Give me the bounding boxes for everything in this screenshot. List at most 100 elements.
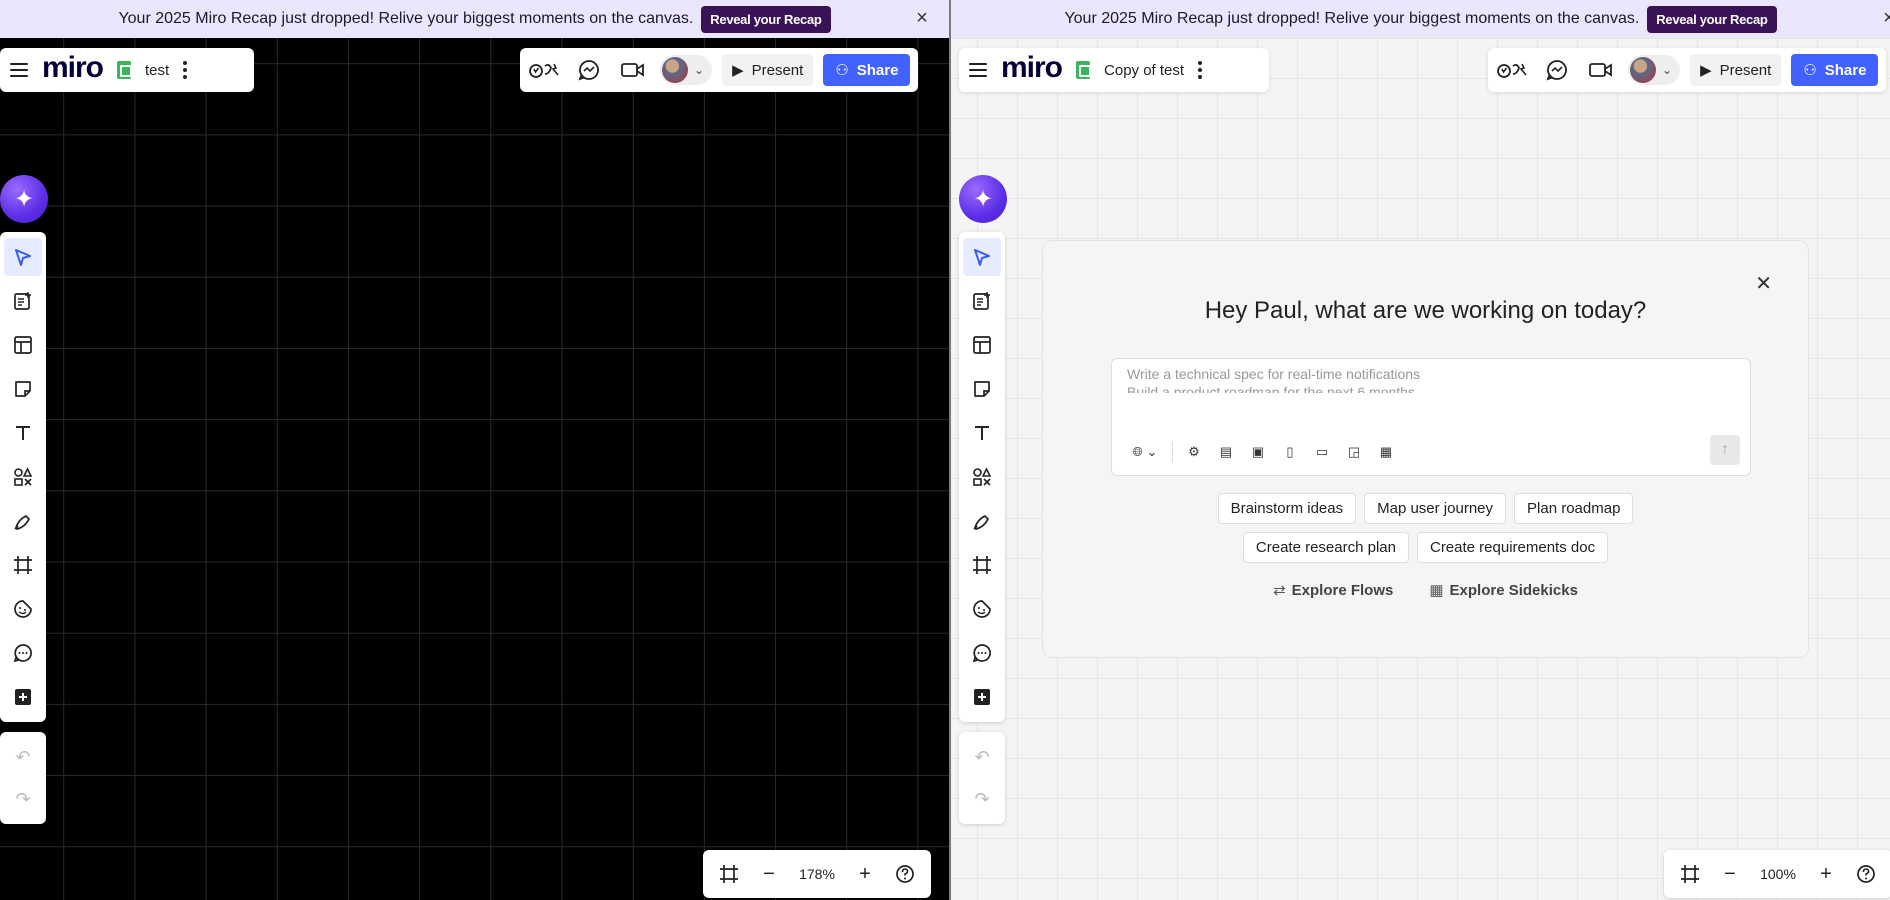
select-tool-icon[interactable] (4, 238, 42, 276)
divider (1172, 442, 1173, 462)
suggestion-chip[interactable]: Plan roadmap (1514, 493, 1634, 524)
more-apps-icon[interactable] (963, 678, 1001, 716)
slide-icon[interactable]: ▯ (1279, 441, 1301, 463)
close-icon[interactable]: ✕ (1755, 271, 1772, 296)
zoom-in-icon[interactable]: + (847, 856, 883, 892)
language-selector-icon[interactable]: 🌐︎ ⌄ (1128, 441, 1162, 463)
suggestion-chip[interactable]: Brainstorm ideas (1217, 493, 1357, 524)
document-icon[interactable]: ▤ (1215, 441, 1237, 463)
suggestion-chip[interactable]: Map user journey (1364, 493, 1507, 524)
redo-icon[interactable]: ↷ (4, 780, 42, 818)
redo-icon[interactable]: ↷ (963, 780, 1001, 818)
ai-prompt-input[interactable]: Write a technical spec for real-time not… (1111, 358, 1751, 476)
flow-icon[interactable]: ⚙︎ (1183, 441, 1205, 463)
undo-icon[interactable]: ↶ (4, 738, 42, 776)
share-button[interactable]: ⚇ Share (823, 54, 911, 86)
pen-tool-icon[interactable] (4, 502, 42, 540)
reveal-recap-button[interactable]: Reveal your Recap (1647, 5, 1777, 33)
zoom-controls: − 100% + (1664, 850, 1890, 898)
flows-icon: ⇄ (1273, 582, 1286, 599)
board-options-icon[interactable] (183, 61, 188, 79)
present-button[interactable]: ▶ Present (1690, 54, 1782, 86)
text-tool-icon[interactable] (4, 414, 42, 452)
zoom-out-icon[interactable]: − (751, 856, 787, 892)
right-board-pane[interactable]: Your 2025 Miro Recap just dropped! Reliv… (951, 0, 1890, 900)
help-icon[interactable] (887, 856, 923, 892)
history-toolbar: ↶ ↷ (0, 732, 46, 824)
banner-close-icon[interactable]: × (1879, 8, 1890, 28)
undo-icon[interactable]: ↶ (963, 738, 1001, 776)
zoom-in-icon[interactable]: + (1808, 856, 1844, 892)
reactions-icon[interactable] (528, 55, 562, 85)
ai-assistant-button[interactable]: ✦ (959, 175, 1007, 223)
doc-tool-icon[interactable] (4, 282, 42, 320)
fit-to-screen-icon[interactable] (1672, 856, 1708, 892)
shapes-tool-icon[interactable] (963, 458, 1001, 496)
collaborators-dropdown[interactable]: ⌄ (660, 55, 713, 85)
suggestion-chip[interactable]: Create research plan (1242, 532, 1409, 563)
chevron-down-icon: ⌄ (1662, 63, 1673, 77)
fit-to-screen-icon[interactable] (711, 856, 747, 892)
sticky-note-tool-icon[interactable] (963, 370, 1001, 408)
shapes-tool-icon[interactable] (4, 458, 42, 496)
comments-icon[interactable] (572, 55, 606, 85)
sparkle-icon: ✦ (13, 185, 35, 213)
video-icon[interactable] (1584, 55, 1618, 85)
board-name[interactable]: test (145, 62, 169, 79)
sticky-note-tool-icon[interactable] (4, 370, 42, 408)
play-icon: ▶ (732, 62, 744, 79)
frame-tool-icon[interactable] (963, 546, 1001, 584)
comment-tool-icon[interactable] (963, 634, 1001, 672)
prototype-icon[interactable]: ▭ (1311, 441, 1333, 463)
image-icon[interactable]: ▣ (1247, 441, 1269, 463)
board-name[interactable]: Copy of test (1104, 62, 1184, 79)
send-arrow-icon[interactable]: ↑ (1710, 435, 1740, 465)
comments-icon[interactable] (1540, 55, 1574, 85)
recap-banner: Your 2025 Miro Recap just dropped! Reliv… (0, 0, 949, 38)
reactions-icon[interactable] (1496, 55, 1530, 85)
text-tool-icon[interactable] (963, 414, 1001, 452)
comment-tool-icon[interactable] (4, 634, 42, 672)
pen-tool-icon[interactable] (963, 502, 1001, 540)
avatar (662, 57, 688, 83)
present-button[interactable]: ▶ Present (722, 54, 814, 86)
banner-close-icon[interactable]: × (912, 8, 932, 28)
collaborators-dropdown[interactable]: ⌄ (1628, 55, 1681, 85)
explore-sidekicks-link[interactable]: ▦ Explore Sidekicks (1429, 581, 1578, 599)
select-tool-icon[interactable] (963, 238, 1001, 276)
stickers-tool-icon[interactable] (4, 590, 42, 628)
templates-tool-icon[interactable] (963, 326, 1001, 364)
board-type-icon (1076, 61, 1092, 79)
users-icon: ⚇ (835, 62, 849, 79)
suggestion-chip[interactable]: Create requirements doc (1416, 532, 1609, 563)
frame-tool-icon[interactable] (4, 546, 42, 584)
menu-icon[interactable] (10, 63, 28, 77)
templates-tool-icon[interactable] (4, 326, 42, 364)
miro-logo[interactable]: miro (1001, 53, 1063, 83)
explore-links: ⇄ Explore Flows ▦ Explore Sidekicks (1043, 581, 1808, 599)
stickers-tool-icon[interactable] (963, 590, 1001, 628)
menu-icon[interactable] (969, 63, 987, 77)
reveal-recap-button[interactable]: Reveal your Recap (701, 5, 831, 33)
miro-logo[interactable]: miro (42, 53, 104, 83)
sticky-note-icon[interactable]: ◲ (1343, 441, 1365, 463)
zoom-level[interactable]: 100% (1752, 866, 1804, 882)
board-header: miro Copy of test (959, 48, 1269, 92)
table-icon[interactable]: ▦ (1375, 441, 1397, 463)
ai-assistant-button[interactable]: ✦ (0, 175, 48, 223)
more-apps-icon[interactable] (4, 678, 42, 716)
zoom-out-icon[interactable]: − (1712, 856, 1748, 892)
grid-icon: ▦ (1429, 582, 1444, 599)
left-board-pane[interactable]: Your 2025 Miro Recap just dropped! Reliv… (0, 0, 949, 900)
help-icon[interactable] (1848, 856, 1884, 892)
video-icon[interactable] (616, 55, 650, 85)
board-options-icon[interactable] (1198, 61, 1203, 79)
share-button[interactable]: ⚇ Share (1791, 54, 1879, 86)
history-toolbar: ↶ ↷ (959, 732, 1005, 824)
chevron-down-icon: ⌄ (694, 63, 705, 77)
sparkle-icon: ✦ (972, 185, 994, 213)
zoom-level[interactable]: 178% (791, 866, 843, 882)
doc-tool-icon[interactable] (963, 282, 1001, 320)
explore-flows-link[interactable]: ⇄ Explore Flows (1273, 581, 1393, 599)
collab-toolbar: ⌄ ▶ Present ⚇ Share (520, 48, 919, 92)
